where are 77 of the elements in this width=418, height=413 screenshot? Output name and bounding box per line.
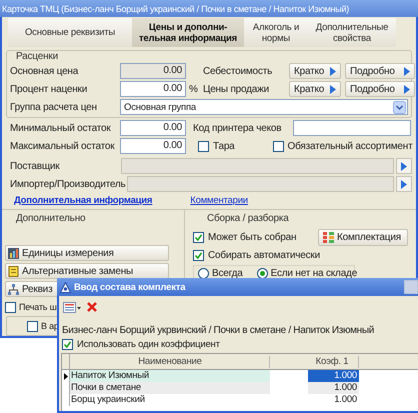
checkbox[interactable] xyxy=(198,140,209,152)
radio-button[interactable] xyxy=(256,268,268,278)
close-icon xyxy=(87,302,97,312)
action-button[interactable]: Подробно xyxy=(345,63,415,79)
checkbox[interactable] xyxy=(193,250,204,260)
tab[interactable]: Дополнительные свойства xyxy=(308,18,396,47)
group-legend: Сборка / разборка xyxy=(193,213,416,225)
button[interactable]: Единицы измерения xyxy=(5,245,169,261)
checkbox[interactable] xyxy=(27,320,38,332)
tab[interactable]: Алкоголь и нормы xyxy=(244,18,308,47)
chart-icon xyxy=(8,248,19,258)
checkbox-label: Тара xyxy=(213,140,235,152)
radio-label: Всегда xyxy=(212,268,243,278)
row-pointer-icon xyxy=(64,372,68,380)
field-label: Максимальный остаток xyxy=(10,140,116,152)
field-label: Импортер/Производитель xyxy=(10,178,127,190)
field-label: Цены продажи xyxy=(203,84,270,94)
table-cell-text: Борщ украинский xyxy=(70,394,146,406)
table-cell: 1.000 xyxy=(308,382,359,394)
app-icon xyxy=(60,282,71,292)
delete-button[interactable] xyxy=(86,301,98,313)
action-button[interactable]: Подробно xyxy=(345,81,415,97)
input-field[interactable]: 0.00 xyxy=(120,81,186,97)
group-legend: Расценки xyxy=(10,52,408,61)
arrow-button[interactable] xyxy=(396,176,412,192)
button[interactable]: Альтернативные замены xyxy=(5,263,169,279)
field-label: Группа расчета цен xyxy=(10,102,98,112)
radio-label: Если нет на складе xyxy=(270,268,358,278)
column-header[interactable]: Наименование xyxy=(70,356,270,368)
hierarchy-icon xyxy=(8,284,19,294)
window-title: Ввод состава комплекта xyxy=(74,282,187,292)
field-label: Основная цена xyxy=(10,66,80,76)
table-cell: Почки в сметане xyxy=(70,382,270,394)
checkbox-label: Обязательный ассортимент xyxy=(288,140,412,152)
field-label: Код принтера чеков xyxy=(193,122,282,134)
check-icon xyxy=(64,341,71,348)
input-field[interactable] xyxy=(293,120,411,136)
checkbox-label: Может быть собран xyxy=(208,232,296,242)
table-cell-text: 1.000 xyxy=(333,394,358,406)
link[interactable]: Дополнительная информация xyxy=(14,194,152,206)
input-field: 0.00 xyxy=(120,63,186,79)
dropdown-icon xyxy=(393,100,406,114)
link[interactable]: Комментарии xyxy=(190,194,248,206)
document-icon xyxy=(8,266,19,276)
table-cell: 1.000 xyxy=(308,370,359,382)
heading: Бизнес-ланч Борщий укрвинский / Почки в сметане / Напиток Изюмный xyxy=(62,324,376,337)
checkbox[interactable] xyxy=(272,140,284,152)
checkbox[interactable] xyxy=(5,302,16,312)
action-button[interactable]: Кратко xyxy=(289,63,341,79)
tab[interactable]: Основные реквизиты xyxy=(8,18,132,47)
list-menu-button[interactable] xyxy=(62,300,83,314)
checkbox-label: Собирать автоматически xyxy=(208,250,320,260)
checkbox-label: Использовать один коэффициент xyxy=(77,339,220,350)
input-field[interactable]: 0.00 xyxy=(120,138,186,154)
unit-label: % xyxy=(188,84,199,94)
arrow-button[interactable] xyxy=(396,158,412,174)
check-icon xyxy=(195,234,202,240)
input-field[interactable]: 0.00 xyxy=(120,120,186,136)
column-header[interactable]: Коэф. 1 xyxy=(308,356,359,368)
field-label: Себестоимость xyxy=(203,66,274,76)
checkbox-label: Печать ш xyxy=(19,302,57,312)
check-icon xyxy=(195,252,202,258)
table-cell: Напиток Изюмный xyxy=(70,370,270,382)
list-icon xyxy=(63,302,82,312)
field-label: Минимальный остаток xyxy=(10,122,112,134)
button[interactable]: Комплектация xyxy=(318,228,408,246)
field-label: Процент наценки xyxy=(10,84,88,94)
window-title: Карточка ТМЦ (Бизнес-ланч Борщий украинский / Почки в сметане / Напиток Изюмный) xyxy=(2,4,350,14)
group-legend: Дополнительно xyxy=(2,213,184,225)
grid-icon xyxy=(323,232,334,242)
action-button[interactable]: Кратко xyxy=(289,81,341,97)
checkbox[interactable] xyxy=(62,339,73,350)
tab[interactable]: Цены и дополни- тельная информация xyxy=(132,18,244,47)
radio-button[interactable] xyxy=(198,268,209,278)
field-label: Поставщик xyxy=(10,160,60,172)
dropdown[interactable]: Основная группа xyxy=(120,99,408,115)
checkbox[interactable] xyxy=(193,232,204,242)
